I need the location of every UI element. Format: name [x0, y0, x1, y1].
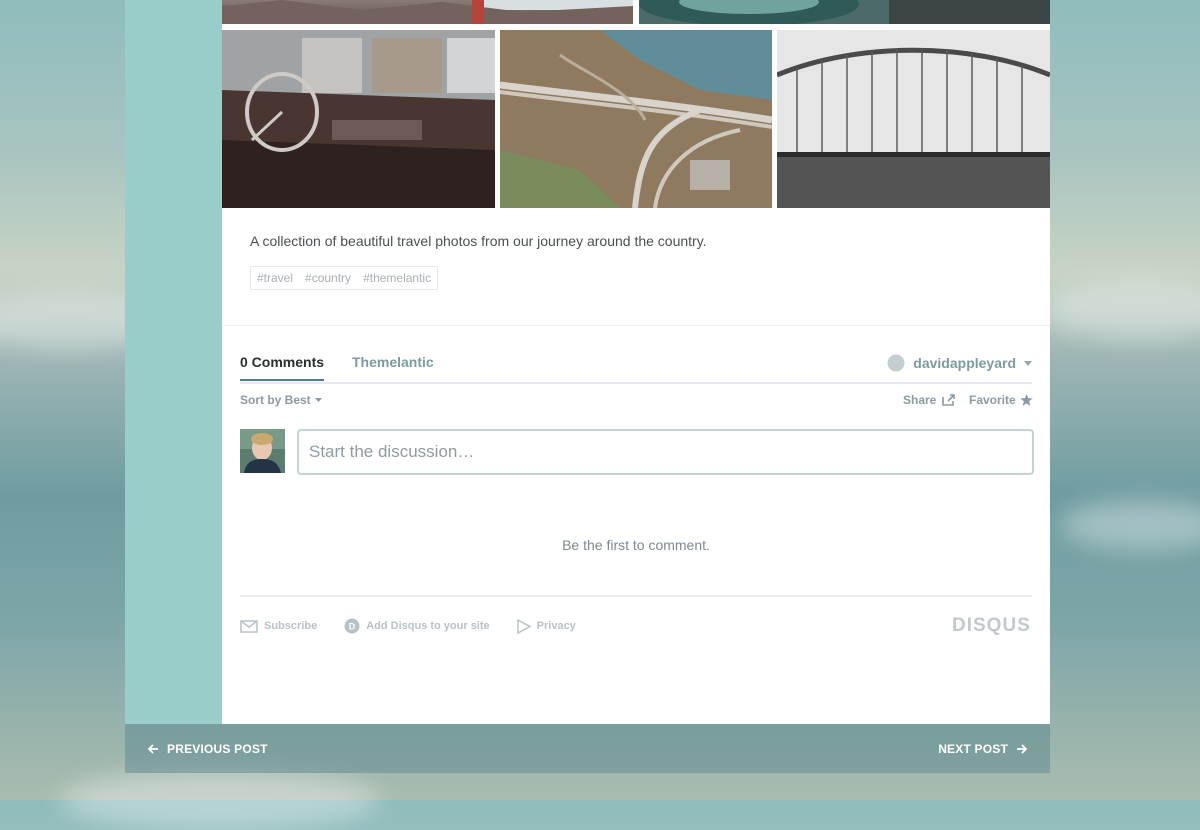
privacy-label: Privacy: [536, 620, 576, 632]
share-label: Share: [903, 393, 937, 407]
tag-country[interactable]: #country: [305, 271, 351, 285]
sort-dropdown[interactable]: Sort by Best: [240, 393, 322, 407]
disqus-logo-icon: D: [344, 618, 360, 634]
background-cloud: [60, 770, 380, 830]
share-button[interactable]: Share: [903, 393, 956, 407]
star-icon: [1019, 394, 1033, 406]
next-post-link[interactable]: NEXT POST: [938, 742, 1027, 756]
post-tags: #travel #country #themelantic: [250, 266, 439, 290]
tag-travel[interactable]: #travel: [257, 271, 293, 285]
vintage-car-image: [639, 0, 1050, 24]
comments-tabs: 0 Comments Themelantic davidappleyard: [240, 354, 1032, 384]
user-menu[interactable]: davidappleyard: [887, 354, 1032, 372]
disqus-brand[interactable]: DISQUS: [952, 615, 1031, 637]
tab-comments[interactable]: 0 Comments: [240, 354, 325, 381]
car-interior-image: [222, 30, 495, 208]
add-disqus-link[interactable]: D Add Disqus to your site: [344, 618, 490, 634]
post-card: A collection of beautiful travel photos …: [222, 0, 1050, 724]
arrow-left-icon: [148, 744, 158, 754]
tag-themelantic[interactable]: #themelantic: [363, 271, 431, 285]
svg-text:D: D: [349, 622, 356, 632]
add-disqus-label: Add Disqus to your site: [366, 620, 490, 632]
post-navigation: PREVIOUS POST NEXT POST: [125, 724, 1050, 773]
highway-aerial-photo[interactable]: [500, 30, 772, 208]
sort-label: Sort by Best: [240, 393, 311, 407]
arch-bridge-photo[interactable]: [777, 30, 1050, 208]
mountain-bridge-image: [222, 0, 633, 24]
avatar-image: [240, 429, 285, 473]
next-post-label: NEXT POST: [938, 742, 1008, 756]
arch-bridge-image: [777, 30, 1050, 208]
previous-post-label: PREVIOUS POST: [167, 742, 268, 756]
user-bubble-icon: [887, 354, 905, 372]
chevron-down-icon: [1024, 360, 1032, 366]
post-description: A collection of beautiful travel photos …: [250, 233, 707, 249]
car-interior-photo[interactable]: [222, 30, 495, 208]
comment-input[interactable]: [299, 431, 1032, 473]
previous-post-link[interactable]: PREVIOUS POST: [148, 742, 268, 756]
chevron-down-icon: [314, 398, 322, 402]
username: davidappleyard: [913, 355, 1016, 371]
tab-community[interactable]: Themelantic: [352, 354, 434, 370]
envelope-icon: [240, 619, 258, 633]
background-cloud: [1060, 500, 1200, 550]
favorite-button[interactable]: Favorite: [969, 393, 1033, 407]
comments-toolbar: Sort by Best Share Favorite: [240, 393, 1033, 409]
empty-state-message: Be the first to comment.: [562, 537, 710, 553]
privacy-link[interactable]: Privacy: [516, 618, 576, 634]
side-panel: [125, 0, 222, 724]
comments-footer-divider: [240, 595, 1032, 597]
highway-aerial-image: [500, 30, 772, 208]
avatar[interactable]: [240, 429, 285, 473]
share-icon: [942, 394, 956, 406]
background-cloud: [1040, 280, 1200, 340]
subscribe-link[interactable]: Subscribe: [240, 618, 317, 634]
comment-composer: [297, 429, 1034, 475]
comments-footer-links: Subscribe D Add Disqus to your site Priv…: [240, 618, 576, 634]
arrow-right-icon: [1017, 744, 1027, 754]
privacy-flag-icon: [516, 618, 531, 634]
mountain-bridge-photo[interactable]: [222, 0, 633, 24]
subscribe-label: Subscribe: [264, 620, 318, 632]
vintage-car-photo[interactable]: [639, 0, 1050, 24]
section-divider: [222, 325, 1050, 326]
favorite-label: Favorite: [969, 393, 1016, 407]
